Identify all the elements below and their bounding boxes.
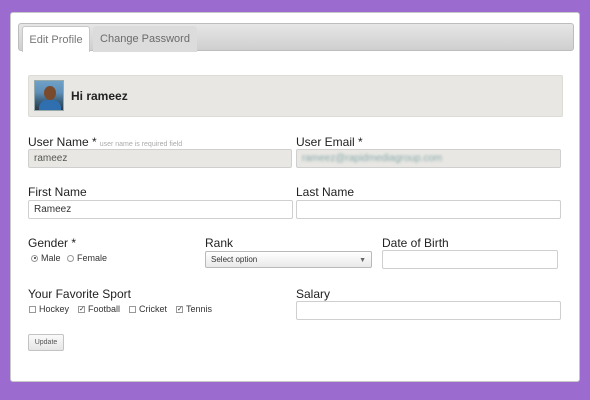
dob-input[interactable] — [382, 250, 558, 269]
sport-option-tennis[interactable]: ✓ Tennis — [176, 304, 212, 314]
sport-option-football[interactable]: ✓ Football — [78, 304, 120, 314]
gender-female-label: Female — [77, 253, 108, 263]
chevron-down-icon: ▼ — [359, 257, 366, 264]
rank-label: Rank — [205, 236, 234, 250]
tab-bar: Edit Profile Change Password — [18, 23, 574, 52]
hockey-checkbox[interactable] — [29, 305, 36, 313]
user-name-hint: user name is required field — [99, 141, 183, 148]
hockey-label: Hockey — [39, 304, 70, 314]
rank-selected-value: Select option — [211, 255, 258, 264]
avatar-head — [44, 86, 56, 100]
cricket-label: Cricket — [139, 304, 168, 314]
gender-female-option[interactable]: Female — [67, 253, 107, 263]
tab-edit-profile[interactable]: Edit Profile — [22, 26, 90, 52]
user-name-input[interactable]: rameez — [28, 149, 292, 168]
gender-female-radio[interactable] — [67, 254, 74, 262]
football-checkbox[interactable]: ✓ — [78, 305, 85, 313]
user-name-label-text: User Name * — [28, 135, 97, 149]
salary-input[interactable] — [296, 301, 561, 320]
dob-label: Date of Birth — [382, 236, 449, 250]
first-name-label: First Name — [28, 185, 87, 199]
last-name-input[interactable] — [296, 200, 561, 219]
avatar — [34, 80, 64, 111]
sport-option-cricket[interactable]: Cricket — [129, 304, 167, 314]
update-button[interactable]: Update — [28, 334, 64, 351]
last-name-label: Last Name — [296, 185, 355, 199]
avatar-shirt — [39, 100, 61, 110]
profile-card: Edit Profile Change Password Hi rameez U… — [10, 12, 580, 382]
tennis-label: Tennis — [186, 304, 213, 314]
football-label: Football — [88, 304, 121, 314]
gender-male-label: Male — [41, 253, 61, 263]
gender-male-radio[interactable] — [31, 254, 38, 262]
user-email-input[interactable]: rameez@rapidmediagroup.com — [296, 149, 561, 168]
first-name-input[interactable]: Rameez — [28, 200, 293, 219]
rank-select[interactable]: Select option ▼ — [205, 251, 372, 268]
user-email-label: User Email * — [296, 135, 363, 149]
greeting-text: Hi rameez — [71, 89, 128, 103]
tennis-checkbox[interactable]: ✓ — [176, 305, 183, 313]
cricket-checkbox[interactable] — [129, 305, 136, 313]
sport-label: Your Favorite Sport — [28, 287, 131, 301]
sport-option-hockey[interactable]: Hockey — [29, 304, 69, 314]
user-email-value: rameez@rapidmediagroup.com — [302, 153, 443, 164]
gender-male-option[interactable]: Male — [31, 253, 61, 263]
user-name-label: User Name * user name is required field — [28, 135, 182, 149]
salary-label: Salary — [296, 287, 331, 301]
greeting-panel: Hi rameez — [28, 75, 563, 117]
gender-label: Gender * — [28, 236, 77, 250]
tab-change-password[interactable]: Change Password — [93, 26, 197, 52]
